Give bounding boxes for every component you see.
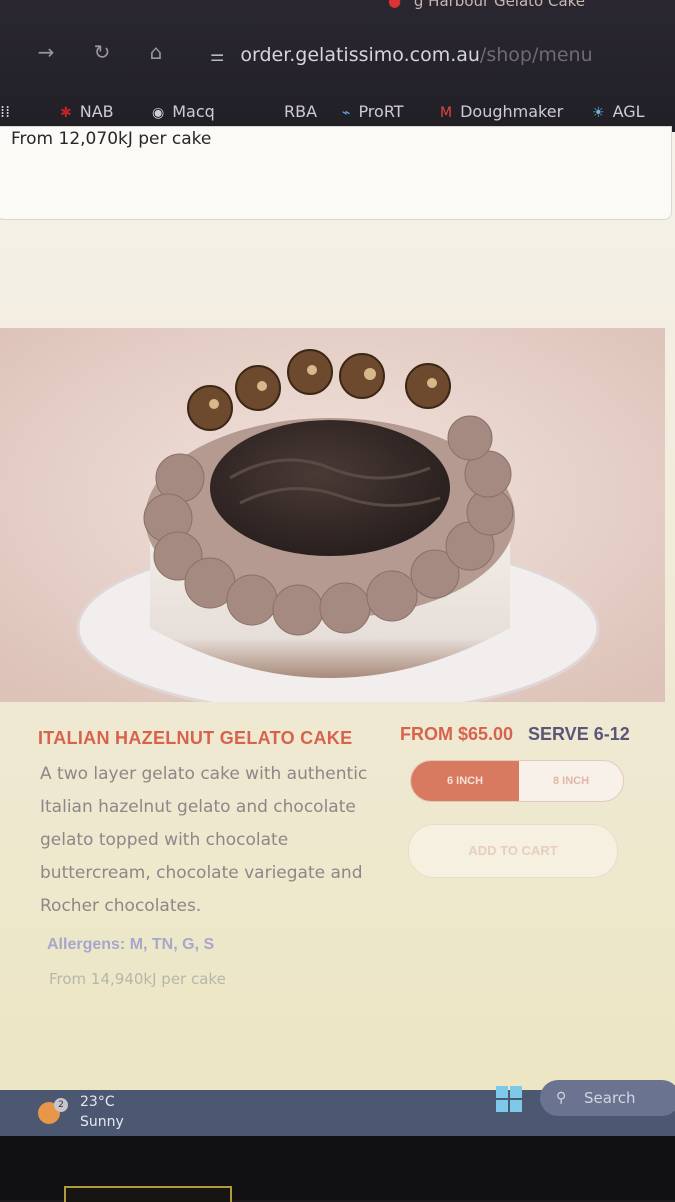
taskbar: 2 23°C Sunny ⚲ Search (0, 1080, 675, 1136)
site-settings-icon[interactable]: ⚌ (210, 46, 224, 65)
url-path: /shop/menu (479, 44, 593, 66)
gmail-icon: M (440, 105, 453, 121)
weather-notification-badge: 2 (54, 1098, 68, 1112)
previous-product-energy: From 12,070kJ per cake (11, 129, 212, 149)
bookmark-rba[interactable]: RBA (284, 102, 317, 121)
bookmark-prort[interactable]: ⌁ ProRT (342, 102, 404, 121)
home-icon[interactable]: ⌂ (142, 38, 170, 66)
tab-favicon-icon: ● (388, 0, 402, 10)
product-image[interactable] (0, 328, 665, 702)
apps-grid-icon[interactable]: ⁞⁞ (0, 102, 10, 121)
product-description: A two layer gelato cake with authentic I… (40, 764, 368, 916)
tab-title: g Harbour Gelato Cake (413, 0, 586, 10)
size-selector: 6 INCH 8 INCH (410, 760, 624, 802)
windows-start-icon[interactable] (496, 1086, 522, 1112)
reload-icon[interactable]: ↻ (88, 38, 116, 66)
product-title: ITALIAN HAZELNUT GELATO CAKE (38, 728, 353, 748)
add-to-cart-button[interactable]: ADD TO CART (408, 824, 618, 878)
prort-icon: ⌁ (342, 105, 351, 121)
product-price: FROM $65.00 (400, 724, 514, 744)
search-icon: ⚲ (556, 1090, 567, 1106)
bookmark-macq[interactable]: ◉ Macq (152, 102, 215, 121)
cake-illustration (0, 328, 665, 702)
product-allergens: Allergens: M, TN, G, S (47, 936, 215, 953)
product-serves: SERVE 6-12 (528, 724, 630, 744)
forward-icon[interactable]: → (32, 38, 60, 66)
url-domain: order.gelatissimo.com.au (240, 44, 480, 66)
weather-temperature: 23°C (80, 1094, 115, 1110)
product-energy: From 14,940kJ per cake (49, 970, 226, 988)
browser-tab[interactable]: ● g Harbour Gelato Cake (388, 0, 585, 10)
weather-condition: Sunny (80, 1114, 124, 1130)
bookmark-doughmaker[interactable]: M Doughmaker (440, 102, 563, 121)
nab-star-icon: ✱ (60, 105, 72, 121)
page-content: From 12,070kJ per cake ITALIAN HAZELNUT … (0, 126, 675, 1100)
size-option-8-inch[interactable]: 8 INCH (519, 761, 623, 801)
agl-icon: ☀ (592, 105, 605, 121)
previous-product-card: From 12,070kJ per cake (0, 126, 672, 220)
monitor-bezel (0, 1136, 675, 1202)
address-bar[interactable]: ⚌ order.gelatissimo.com.au/shop/menu (210, 44, 593, 66)
size-option-6-inch[interactable]: 6 INCH (411, 761, 519, 801)
bookmark-nab[interactable]: ✱ NAB (60, 102, 114, 121)
bookmark-agl[interactable]: ☀ AGL (592, 102, 645, 121)
taskbar-search[interactable]: ⚲ Search (540, 1080, 675, 1116)
search-label: Search (584, 1089, 636, 1107)
macq-circle-icon: ◉ (152, 105, 165, 121)
